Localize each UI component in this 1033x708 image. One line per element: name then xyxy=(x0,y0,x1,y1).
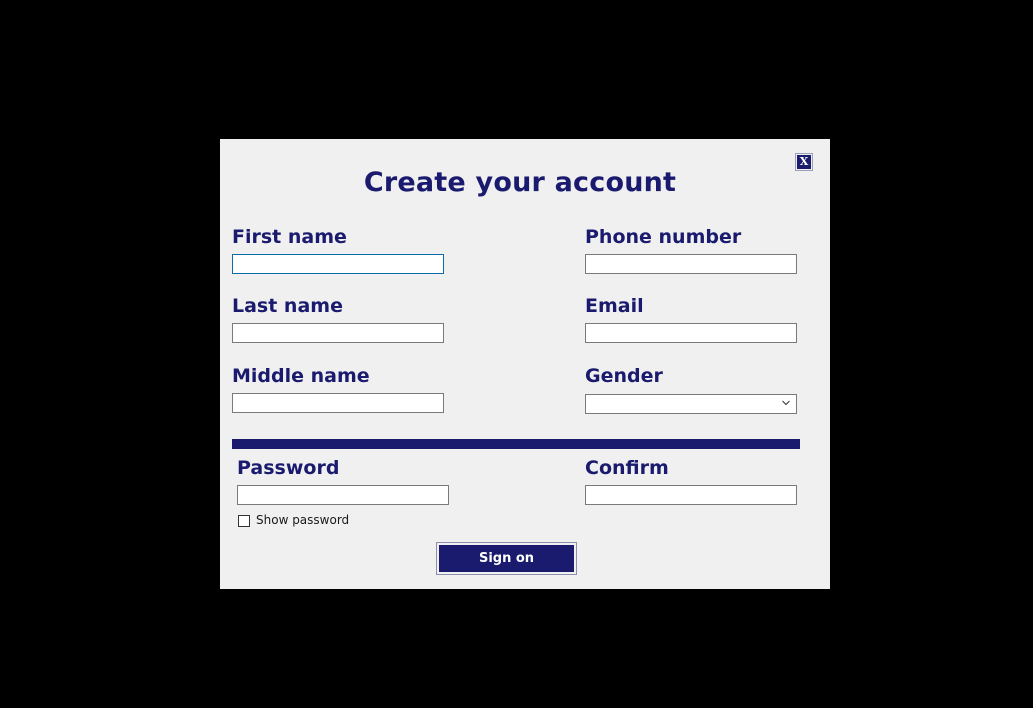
dialog-title: Create your account xyxy=(363,167,677,198)
confirm-label: Confirm xyxy=(585,457,669,479)
first-name-label: First name xyxy=(232,226,347,248)
middle-name-field[interactable] xyxy=(232,393,444,413)
sign-on-button-label[interactable]: Sign on xyxy=(439,545,574,572)
section-divider xyxy=(232,439,800,449)
email-field[interactable] xyxy=(585,323,797,343)
gender-select[interactable] xyxy=(585,394,797,414)
phone-number-field[interactable] xyxy=(585,254,797,274)
create-account-dialog: X Create your account First name Last na… xyxy=(220,139,830,589)
phone-number-label: Phone number xyxy=(585,226,742,248)
first-name-field[interactable] xyxy=(232,254,444,274)
password-label: Password xyxy=(237,457,340,479)
show-password-checkbox[interactable] xyxy=(238,515,250,527)
sign-on-button[interactable]: Sign on xyxy=(436,542,577,575)
middle-name-label: Middle name xyxy=(232,365,370,387)
email-label: Email xyxy=(585,295,644,317)
password-field[interactable] xyxy=(237,485,449,505)
last-name-label: Last name xyxy=(232,295,343,317)
chevron-down-icon xyxy=(782,400,790,406)
last-name-field[interactable] xyxy=(232,323,444,343)
show-password-label[interactable]: Show password xyxy=(256,513,349,527)
gender-label: Gender xyxy=(585,365,663,387)
confirm-password-field[interactable] xyxy=(585,485,797,505)
